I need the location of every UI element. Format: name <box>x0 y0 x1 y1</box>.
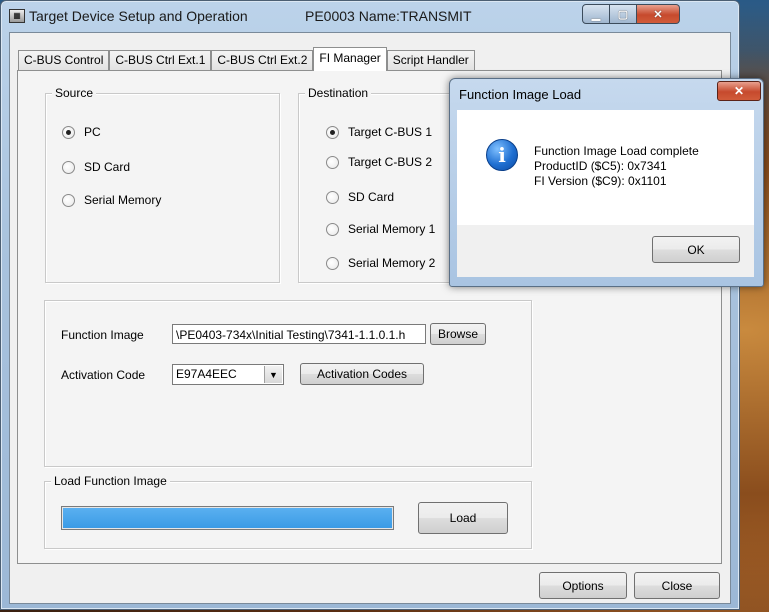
radio-button[interactable] <box>326 190 339 204</box>
source-option-sd-card[interactable]: SD Card <box>62 160 130 174</box>
destination-option-label: Serial Memory 1 <box>348 222 436 236</box>
load-button[interactable]: Load <box>418 502 508 534</box>
radio-button[interactable] <box>326 222 339 236</box>
function-image-load-dialog: Function Image Load ✕ i Function Image L… <box>449 78 764 287</box>
activation-code-dropdown[interactable]: E97A4EEC ▼ <box>172 364 284 385</box>
activation-codes-button[interactable]: Activation Codes <box>300 363 424 385</box>
destination-option-label: Target C-BUS 1 <box>348 125 433 139</box>
destination-group: Destination Target C-BUS 1 Target C-BUS … <box>298 86 460 283</box>
function-image-label: Function Image <box>61 328 144 342</box>
dialog-message-line: ProductID ($C5): 0x7341 <box>534 159 667 173</box>
radio-button[interactable] <box>326 155 339 169</box>
options-button[interactable]: Options <box>539 572 627 599</box>
destination-option-serial-memory-1[interactable]: Serial Memory 1 <box>326 222 435 236</box>
progress-fill <box>63 508 392 528</box>
source-group: Source PC SD Card Serial Memory <box>45 86 280 283</box>
dialog-close-button[interactable]: ✕ <box>717 81 761 101</box>
caption-buttons: ▁ ▢ ✕ <box>582 4 680 24</box>
activation-code-label: Activation Code <box>61 368 146 382</box>
info-icon: i <box>486 139 518 171</box>
radio-button[interactable] <box>326 256 339 270</box>
source-group-label: Source <box>52 86 97 100</box>
load-progress-bar <box>61 506 394 530</box>
source-option-label: SD Card <box>84 160 131 174</box>
dialog-message-line: FI Version ($C9): 0x1101 <box>534 174 667 188</box>
destination-option-serial-memory-2[interactable]: Serial Memory 2 <box>326 256 435 270</box>
title-bar[interactable]: ▦ Target Device Setup and Operation PE00… <box>1 1 739 33</box>
dialog-message-line: Function Image Load complete <box>534 144 699 158</box>
minimize-icon: ▁ <box>591 8 601 21</box>
app-icon: ▦ <box>9 9 25 23</box>
dialog-title: Function Image Load <box>459 87 582 102</box>
radio-button[interactable] <box>62 125 75 139</box>
destination-option-label: Serial Memory 2 <box>348 256 436 270</box>
maximize-button[interactable]: ▢ <box>610 4 637 24</box>
dialog-body: i Function Image Load complete ProductID… <box>457 110 754 225</box>
tab-strip: C-BUS Control C-BUS Ctrl Ext.1 C-BUS Ctr… <box>18 47 475 71</box>
radio-button[interactable] <box>62 193 75 207</box>
tab-cbus-control[interactable]: C-BUS Control <box>18 50 110 70</box>
chevron-down-icon[interactable]: ▼ <box>264 366 282 383</box>
destination-option-label: Target C-BUS 2 <box>348 155 433 169</box>
source-option-serial-memory[interactable]: Serial Memory <box>62 193 161 207</box>
browse-button[interactable]: Browse <box>430 323 486 345</box>
load-group-label: Load Function Image <box>51 474 170 488</box>
window-close-button[interactable]: ✕ <box>637 4 680 24</box>
tab-script-handler[interactable]: Script Handler <box>386 50 475 70</box>
maximize-icon: ▢ <box>617 8 629 21</box>
source-option-label: Serial Memory <box>84 193 162 207</box>
source-option-pc[interactable]: PC <box>62 125 101 139</box>
close-icon: ✕ <box>733 84 745 98</box>
destination-option-target-cbus-2[interactable]: Target C-BUS 2 <box>326 155 432 169</box>
destination-option-label: SD Card <box>348 190 395 204</box>
tab-fi-manager[interactable]: FI Manager <box>313 47 387 71</box>
destination-group-label: Destination <box>305 86 372 100</box>
radio-button[interactable] <box>326 125 339 139</box>
function-image-group: Function Image \PE0403-734x\Initial Test… <box>44 300 532 467</box>
tab-cbus-ctrl-ext2[interactable]: C-BUS Ctrl Ext.2 <box>211 50 314 70</box>
close-button[interactable]: Close <box>634 572 720 599</box>
function-image-path-field[interactable]: \PE0403-734x\Initial Testing\7341-1.1.0.… <box>172 324 426 344</box>
destination-option-sd-card[interactable]: SD Card <box>326 190 394 204</box>
window-subtitle: PE0003 Name:TRANSMIT <box>305 8 472 24</box>
tab-cbus-ctrl-ext1[interactable]: C-BUS Ctrl Ext.1 <box>109 50 212 70</box>
ok-button[interactable]: OK <box>652 236 740 263</box>
destination-option-target-cbus-1[interactable]: Target C-BUS 1 <box>326 125 432 139</box>
load-function-image-group: Load Function Image Load <box>44 474 532 549</box>
activation-code-value: E97A4EEC <box>176 367 237 381</box>
close-icon: ✕ <box>653 8 663 21</box>
dialog-footer: OK <box>457 225 754 277</box>
window-title: Target Device Setup and Operation <box>29 8 248 24</box>
minimize-button[interactable]: ▁ <box>582 4 610 24</box>
source-option-label: PC <box>84 125 101 139</box>
radio-button[interactable] <box>62 160 75 174</box>
